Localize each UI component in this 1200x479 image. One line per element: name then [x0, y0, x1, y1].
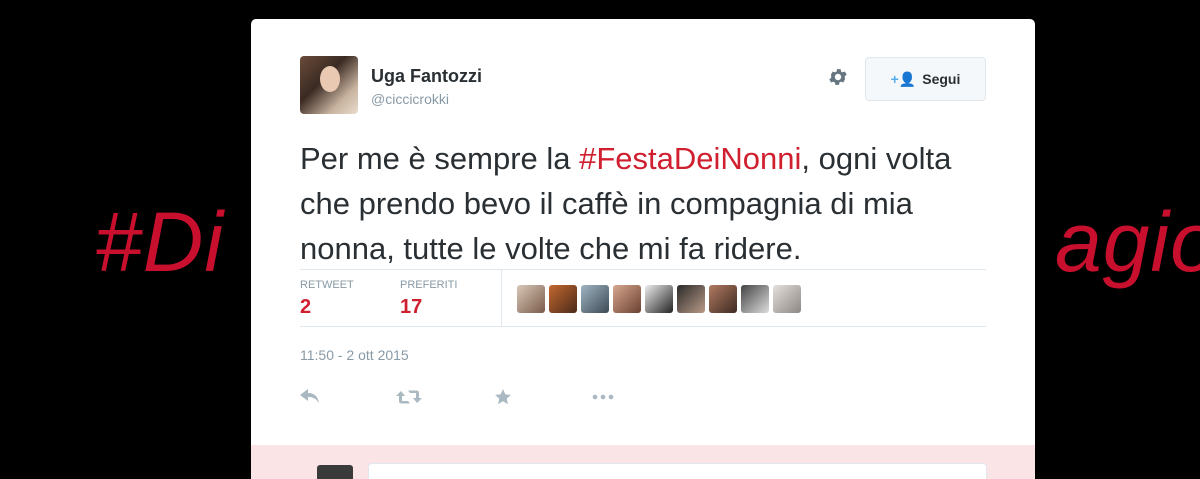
background-hashtag-left: #Di [95, 195, 225, 289]
user-handle[interactable]: @ciccicrokki [371, 91, 449, 107]
divider [300, 269, 986, 270]
background-hashtag-right: agio [1055, 195, 1200, 289]
user-avatar[interactable] [300, 56, 358, 114]
add-user-icon: +👤 [890, 70, 917, 87]
divider [300, 326, 986, 327]
follow-button-label: Segui [922, 71, 961, 87]
favoriter-avatar[interactable] [613, 285, 641, 313]
favoriter-avatar[interactable] [549, 285, 577, 313]
tweet-card: Uga Fantozzi @ciccicrokki +👤 Segui Per m… [251, 19, 1035, 479]
gear-icon[interactable] [827, 66, 849, 88]
retweets-count[interactable]: 2 [300, 296, 311, 319]
favoriter-avatar[interactable] [709, 285, 737, 313]
reply-icon[interactable] [300, 385, 396, 409]
reply-area [251, 445, 1035, 479]
favoriter-avatar[interactable] [741, 285, 769, 313]
favorites-label[interactable]: PREFERITI [400, 279, 457, 291]
tweet-timestamp[interactable]: 11:50 - 2 ott 2015 [300, 347, 409, 363]
favorite-icon[interactable] [494, 385, 592, 409]
favoriter-avatar[interactable] [517, 285, 545, 313]
favoriter-avatar[interactable] [645, 285, 673, 313]
tweet-text-before: Per me è sempre la [300, 141, 580, 176]
retweet-icon[interactable] [396, 385, 494, 409]
tweet-actions [300, 385, 632, 409]
reply-input[interactable] [368, 463, 987, 479]
follow-button[interactable]: +👤 Segui [865, 57, 986, 101]
favorites-count[interactable]: 17 [400, 296, 422, 319]
tweet-text: Per me è sempre la #FestaDeiNonni, ogni … [300, 136, 990, 271]
favoriters-avatars [517, 285, 801, 313]
retweets-label[interactable]: RETWEET [300, 279, 354, 291]
hashtag-link[interactable]: #FestaDeiNonni [579, 141, 801, 176]
divider [501, 270, 502, 326]
favoriter-avatar[interactable] [581, 285, 609, 313]
more-icon[interactable] [592, 385, 632, 409]
current-user-avatar [317, 465, 353, 479]
favoriter-avatar[interactable] [677, 285, 705, 313]
user-name[interactable]: Uga Fantozzi [371, 66, 482, 87]
favoriter-avatar[interactable] [773, 285, 801, 313]
